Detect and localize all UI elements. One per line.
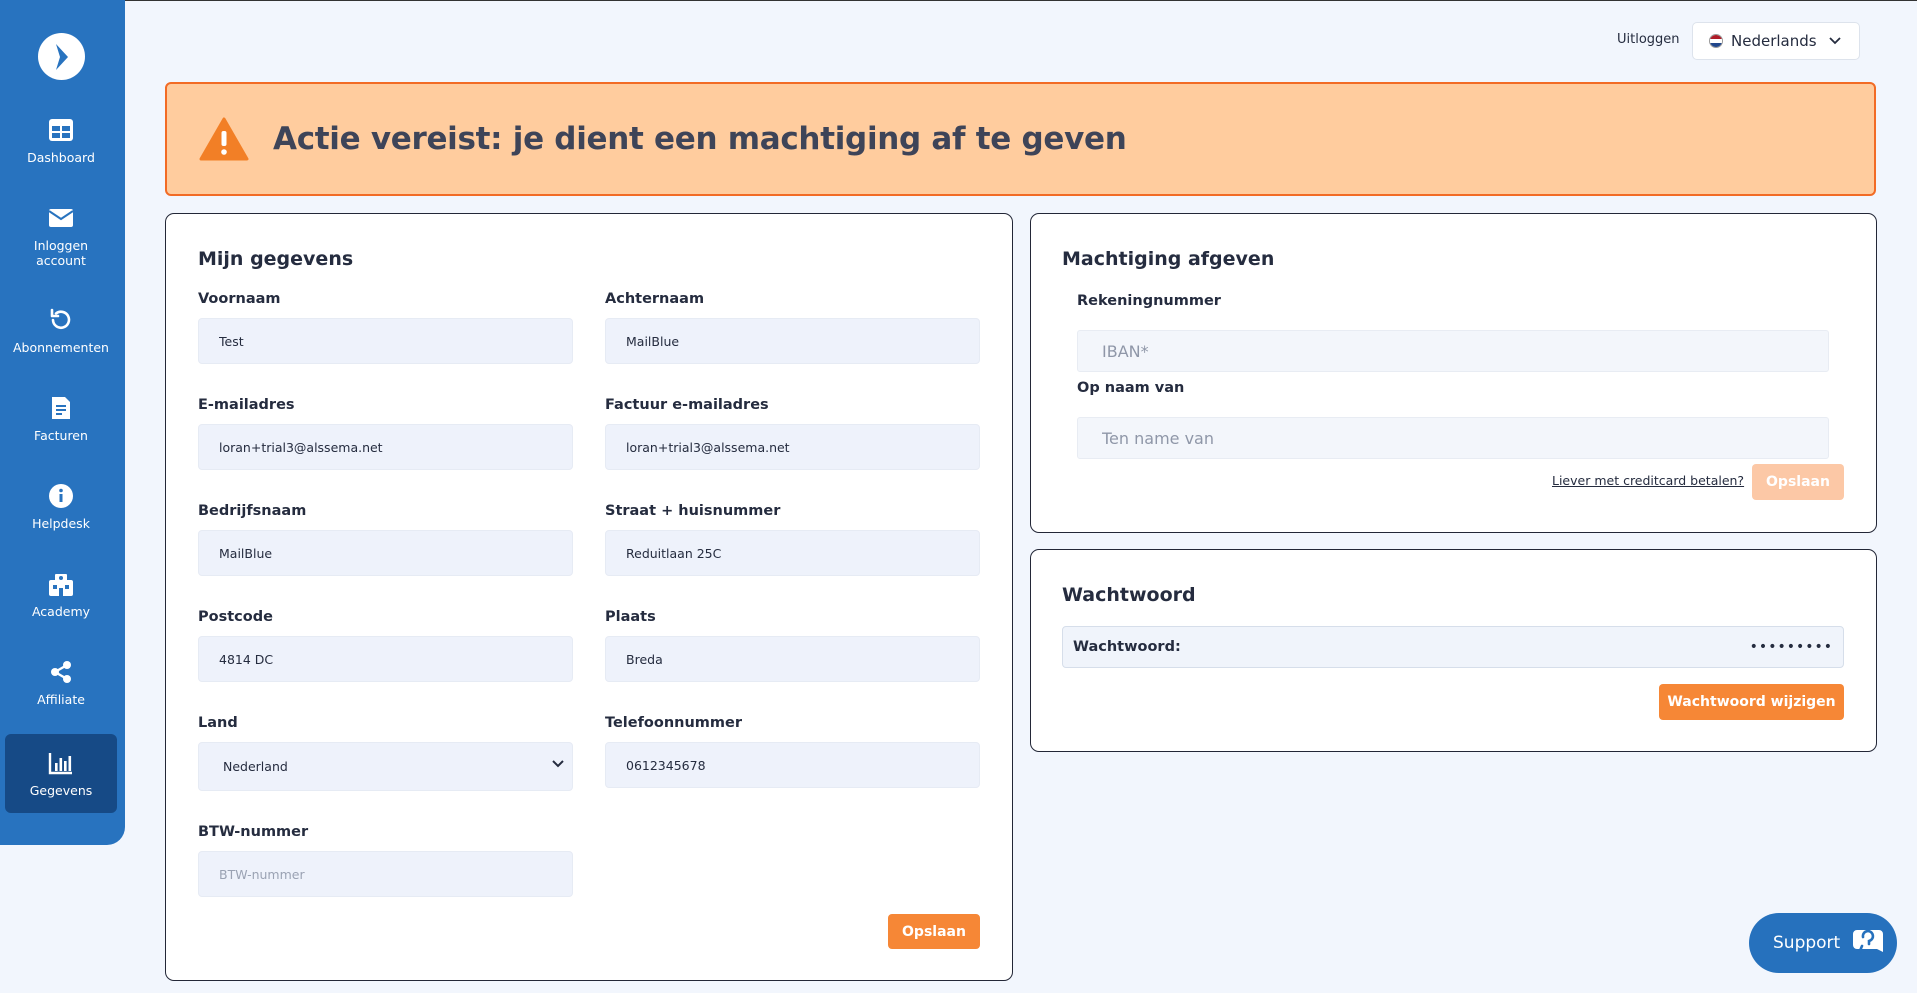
sidebar-item-academy[interactable]: Academy — [5, 569, 117, 629]
alert-title: Actie vereist: je dient een machtiging a… — [273, 121, 1127, 157]
sidebar-item-label: Affiliate — [37, 692, 85, 707]
last-name-input[interactable] — [605, 318, 980, 364]
vat-label: BTW-nummer — [198, 824, 309, 840]
account-number-label: Rekeningnummer — [1077, 293, 1221, 309]
logo-icon — [55, 43, 68, 70]
account-holder-input[interactable] — [1077, 417, 1829, 459]
last-name-label: Achternaam — [605, 291, 705, 307]
sidebar-item-dashboard[interactable]: Dashboard — [5, 115, 117, 175]
sidebar-item-affiliate[interactable]: Affiliate — [5, 657, 117, 717]
first-name-input[interactable] — [198, 318, 573, 364]
dashboard-icon — [46, 115, 76, 145]
sidebar-item-label: Gegevens — [29, 783, 93, 798]
action-required-alert: Actie vereist: je dient een machtiging a… — [165, 82, 1876, 196]
netherlands-flag-icon — [1709, 34, 1723, 48]
warning-icon — [199, 117, 249, 161]
chart-icon — [46, 748, 76, 778]
support-button[interactable]: Support — [1749, 913, 1897, 973]
country-value: Nederland — [223, 759, 288, 774]
mandate-title: Machtiging afgeven — [1062, 248, 1275, 270]
sidebar-item-abonnementen[interactable]: Abonnementen — [5, 305, 117, 365]
save-details-button[interactable]: Opslaan — [888, 914, 980, 949]
sidebar-item-label: Abonnementen — [13, 340, 109, 355]
sidebar-item-label: Helpdesk — [32, 516, 90, 531]
sidebar-item-helpdesk[interactable]: Helpdesk — [5, 481, 117, 541]
sidebar-item-label: Dashboard — [27, 150, 95, 165]
sidebar-item-label: Inloggen account — [33, 238, 89, 268]
country-label: Land — [198, 715, 238, 731]
refresh-icon — [46, 305, 76, 335]
sidebar-item-label: Facturen — [34, 428, 88, 443]
share-icon — [46, 657, 76, 687]
logo[interactable] — [38, 33, 85, 80]
change-password-button[interactable]: Wachtwoord wijzigen — [1659, 684, 1844, 720]
password-masked: ••••••••• — [1749, 639, 1833, 655]
postcode-label: Postcode — [198, 609, 273, 625]
password-label: Wachtwoord: — [1073, 639, 1181, 655]
invoice-email-input[interactable] — [605, 424, 980, 470]
sidebar: Dashboard Inloggen account Abonnementen … — [0, 0, 125, 845]
phone-input[interactable] — [605, 742, 980, 788]
invoice-icon — [46, 393, 76, 423]
vat-input[interactable] — [198, 851, 573, 897]
language-value: Nederlands — [1731, 32, 1817, 50]
first-name-label: Voornaam — [198, 291, 281, 307]
account-holder-label: Op naam van — [1077, 380, 1185, 396]
creditcard-link[interactable]: Liever met creditcard betalen? — [1552, 473, 1744, 488]
sidebar-item-label: Academy — [31, 604, 91, 619]
language-select[interactable]: Nederlands — [1692, 22, 1860, 60]
chevron-down-icon — [1828, 37, 1841, 45]
chevron-down-icon — [552, 760, 564, 768]
logout-link[interactable]: Uitloggen — [1617, 32, 1680, 47]
postcode-input[interactable] — [198, 636, 573, 682]
details-title: Mijn gegevens — [198, 248, 354, 270]
support-chat-icon — [1853, 929, 1883, 955]
support-label: Support — [1773, 933, 1841, 953]
sidebar-item-facturen[interactable]: Facturen — [5, 393, 117, 453]
country-select[interactable]: Nederland — [198, 742, 573, 791]
password-row: Wachtwoord: ••••••••• — [1062, 626, 1844, 668]
info-icon — [46, 481, 76, 511]
email-label: E-mailadres — [198, 397, 295, 413]
city-label: Plaats — [605, 609, 656, 625]
email-input[interactable] — [198, 424, 573, 470]
top-border — [0, 0, 1917, 1]
sidebar-item-gegevens[interactable]: Gegevens — [5, 734, 117, 813]
company-input[interactable] — [198, 530, 573, 576]
save-mandate-button[interactable]: Opslaan — [1752, 464, 1844, 500]
invoice-email-label: Factuur e-mailadres — [605, 397, 769, 413]
phone-label: Telefoonnummer — [605, 715, 743, 731]
iban-input[interactable] — [1077, 330, 1829, 372]
sidebar-item-inloggen-account[interactable]: Inloggen account — [5, 203, 117, 273]
city-input[interactable] — [605, 636, 980, 682]
street-input[interactable] — [605, 530, 980, 576]
street-label: Straat + huisnummer — [605, 503, 781, 519]
envelope-icon — [46, 203, 76, 233]
academy-icon — [46, 569, 76, 599]
password-title: Wachtwoord — [1062, 584, 1196, 606]
company-label: Bedrijfsnaam — [198, 503, 307, 519]
